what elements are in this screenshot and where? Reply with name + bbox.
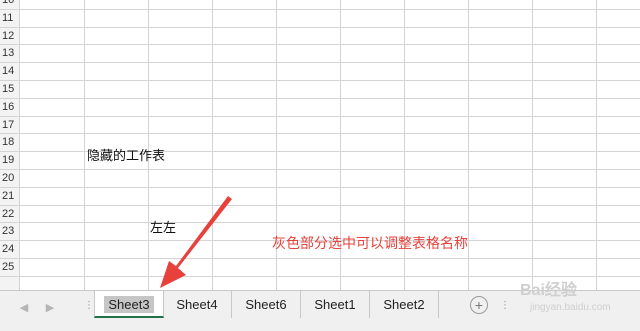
tab-sheet2[interactable]: Sheet2 [370, 291, 439, 318]
spreadsheet-grid[interactable]: 10 11 12 13 14 15 16 17 18 19 20 21 22 23 24 25 隐藏的工作表 … [0, 0, 640, 290]
annotation-text: 灰色部分选中可以调整表格名称 [272, 236, 468, 252]
row-number[interactable]: 16 [0, 99, 20, 115]
column-gridline [84, 0, 85, 290]
row-gridline [0, 27, 640, 28]
row-gridline [0, 44, 640, 45]
cell-left-text[interactable]: 左左 [150, 217, 176, 236]
row-number[interactable]: 19 [0, 152, 20, 168]
tab-scroll-dots-icon[interactable]: ⋮ [84, 300, 94, 311]
tab-label: Sheet2 [383, 297, 425, 312]
row-number[interactable]: 20 [0, 170, 20, 186]
row-number[interactable]: 15 [0, 81, 20, 97]
row-number[interactable]: 24 [0, 241, 20, 257]
row-gridline [0, 258, 640, 259]
caret-left-icon[interactable]: ◀ [16, 299, 32, 317]
tab-sheet1[interactable]: Sheet1 [301, 291, 370, 318]
row-number[interactable]: 18 [0, 134, 20, 150]
row-number[interactable]: 23 [0, 223, 20, 239]
column-gridline [596, 0, 597, 290]
tab-sheet3[interactable]: Sheet3 [94, 291, 164, 318]
row-number[interactable]: 10 [0, 0, 20, 8]
row-gridline [0, 205, 640, 206]
row-gridline [0, 133, 640, 134]
row-gridline [0, 62, 640, 63]
row-gridline [0, 187, 640, 188]
column-gridline [468, 0, 469, 290]
tab-divider-dots-icon[interactable]: ⋮ [500, 300, 510, 311]
tab-label: Sheet1 [314, 297, 356, 312]
row-gridline [0, 222, 640, 223]
row-number[interactable]: 13 [0, 45, 20, 61]
row-number[interactable]: 12 [0, 28, 20, 44]
plus-circle-icon[interactable]: + [470, 296, 488, 314]
row-number[interactable]: 11 [0, 10, 20, 26]
column-gridline [212, 0, 213, 290]
row-number[interactable]: 17 [0, 117, 20, 133]
column-gridline [19, 0, 20, 290]
tab-label: Sheet6 [245, 297, 287, 312]
row-gridline [0, 80, 640, 81]
row-gridline [0, 9, 640, 10]
row-number[interactable]: 22 [0, 206, 20, 222]
row-number[interactable]: 21 [0, 188, 20, 204]
caret-right-icon[interactable]: ▶ [42, 299, 58, 317]
tab-label: Sheet4 [176, 297, 218, 312]
watermark-url: jingyan.baidu.com [530, 302, 611, 313]
tab-sheet6[interactable]: Sheet6 [232, 291, 301, 318]
tab-sheet4[interactable]: Sheet4 [163, 291, 232, 318]
watermark-logo: Bai经验 [520, 282, 577, 299]
row-number[interactable]: 14 [0, 63, 20, 79]
column-gridline [532, 0, 533, 290]
row-gridline [0, 169, 640, 170]
row-gridline [0, 98, 640, 99]
cell-hidden-sheets-text[interactable]: 隐藏的工作表 [87, 145, 165, 164]
row-number[interactable]: 25 [0, 259, 20, 275]
row-gridline [0, 116, 640, 117]
tab-label: Sheet3 [104, 296, 154, 313]
